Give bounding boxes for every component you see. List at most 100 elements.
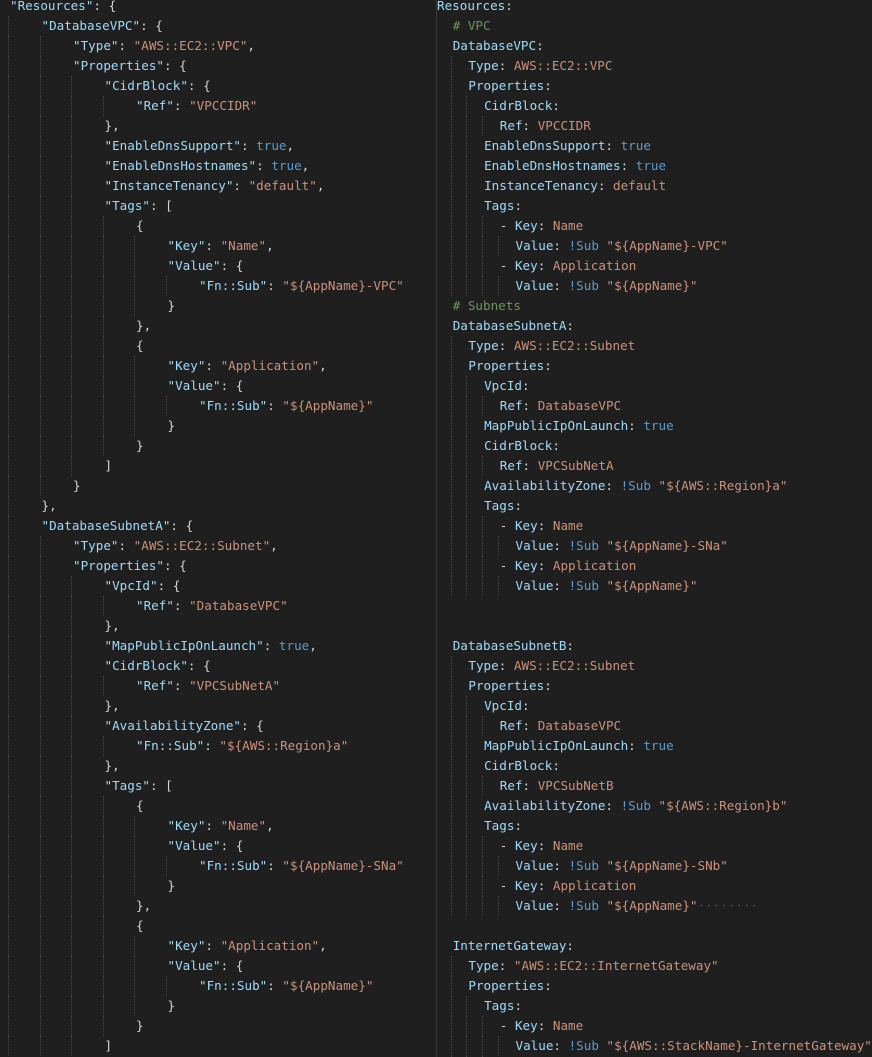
indent-guide (466, 96, 468, 116)
yaml-code[interactable]: Resources: # VPC DatabaseVPC: Type: AWS::EC… (437, 0, 872, 1057)
code-line: } (0, 996, 436, 1016)
indent-guide (102, 416, 104, 436)
code-token: "Type" (73, 38, 119, 53)
indent-guide (102, 836, 104, 856)
indent-guide (134, 396, 135, 416)
indent-guide (8, 436, 9, 456)
indent-guide (102, 936, 104, 956)
indent-guide (39, 396, 41, 416)
code-line: Tags: (437, 196, 872, 216)
indent-guide (39, 436, 41, 456)
code-token: : (205, 938, 221, 953)
indent-guide (8, 196, 9, 216)
yaml-editor-pane[interactable]: Resources: # VPC DatabaseVPC: Type: AWS::EC… (436, 0, 872, 1057)
indent-guide (482, 1036, 484, 1056)
code-token: "Ref" (136, 98, 174, 113)
indent-guide (39, 376, 41, 396)
code-line: } (0, 476, 436, 496)
code-line: InstanceTenancy: default (437, 176, 872, 196)
code-token: "Ref" (136, 678, 174, 693)
code-line: Properties: (437, 76, 872, 96)
indent-guide (71, 436, 72, 456)
indent-guide (39, 776, 41, 796)
indent-guide (165, 396, 167, 416)
indent-guide (8, 756, 9, 776)
indent-guide (8, 396, 9, 416)
code-token: "EnableDnsSupport" (104, 138, 241, 153)
indent-guide (71, 416, 72, 436)
code-token: "Resources" (10, 0, 94, 13)
indent-guide (134, 356, 135, 376)
code-token: : (240, 138, 257, 153)
indent-guide (8, 876, 9, 896)
indent-guide (466, 576, 468, 596)
json-editor-pane[interactable]: "Resources": {"DatabaseVPC": {"Type": "A… (0, 0, 436, 1057)
code-line: - Key: Name (437, 1016, 872, 1036)
code-line: "Type": "AWS::EC2::Subnet", (0, 536, 436, 556)
indent-guide (102, 336, 104, 356)
code-line: } (0, 436, 436, 456)
indent-guide (450, 996, 452, 1016)
indent-guide (8, 836, 9, 856)
code-line: "Value": { (0, 836, 436, 856)
indent-guide (71, 136, 72, 156)
code-token: : (267, 398, 283, 413)
indent-guide (102, 296, 104, 316)
code-line: MapPublicIpOnLaunch: true (437, 736, 872, 756)
code-token: } (136, 1018, 144, 1033)
code-token: Properties (468, 678, 545, 693)
code-token: : (263, 638, 279, 653)
indent-guide (466, 696, 468, 716)
code-token: }, (136, 318, 152, 333)
code-token: EnableDnsHostnames (484, 158, 621, 173)
code-token: "Value" (167, 958, 221, 973)
code-token: : { (220, 258, 244, 273)
code-token: : (553, 898, 569, 913)
indent-guide (39, 976, 41, 996)
code-token: , (270, 538, 278, 553)
code-token: : (553, 858, 569, 873)
indent-guide (450, 276, 452, 296)
indent-guide (450, 516, 452, 536)
indent-guide (466, 496, 468, 516)
indent-guide (466, 396, 468, 416)
indent-guide (450, 976, 452, 996)
code-token: } (167, 998, 176, 1013)
indent-guide (482, 276, 484, 296)
indent-guide (71, 196, 72, 216)
code-token: "AWS::EC2::VPC" (133, 38, 248, 53)
indent-guide (466, 816, 468, 836)
indent-guide (466, 156, 468, 176)
indent-guide (497, 896, 499, 916)
code-token: , (266, 818, 274, 833)
code-line: "Ref": "DatabaseVPC" (0, 596, 436, 616)
indent-guide (482, 716, 484, 736)
indent-guide (450, 416, 452, 436)
indent-guide (134, 236, 135, 256)
code-line: EnableDnsHostnames: true (437, 156, 872, 176)
indent-guide (450, 496, 452, 516)
indent-guide (497, 236, 499, 256)
indent-guide (39, 796, 41, 816)
code-token: !Sub (568, 858, 607, 873)
indent-guide (497, 856, 499, 876)
code-token: Name (552, 838, 584, 853)
code-line: "Tags": [ (0, 196, 436, 216)
code-token: "${AppName}" (282, 398, 374, 413)
code-token: : { (170, 518, 194, 533)
code-line: }, (0, 896, 436, 916)
indent-guide (71, 1016, 72, 1036)
code-token: : (118, 38, 134, 53)
code-token: : (205, 358, 221, 373)
indent-guide (71, 456, 72, 476)
code-line: Resources: (437, 0, 872, 16)
code-line: { (0, 216, 436, 236)
code-token: "VPCSubNetA" (189, 678, 281, 693)
code-token: DatabaseSubnetA (452, 318, 567, 333)
code-token: : (522, 778, 538, 793)
code-line: "DatabaseVPC": { (0, 16, 436, 36)
indent-guide (39, 456, 41, 476)
code-line: } (0, 416, 436, 436)
json-code[interactable]: "Resources": {"DatabaseVPC": {"Type": "A… (0, 0, 436, 1056)
code-token: Ref (499, 398, 523, 413)
